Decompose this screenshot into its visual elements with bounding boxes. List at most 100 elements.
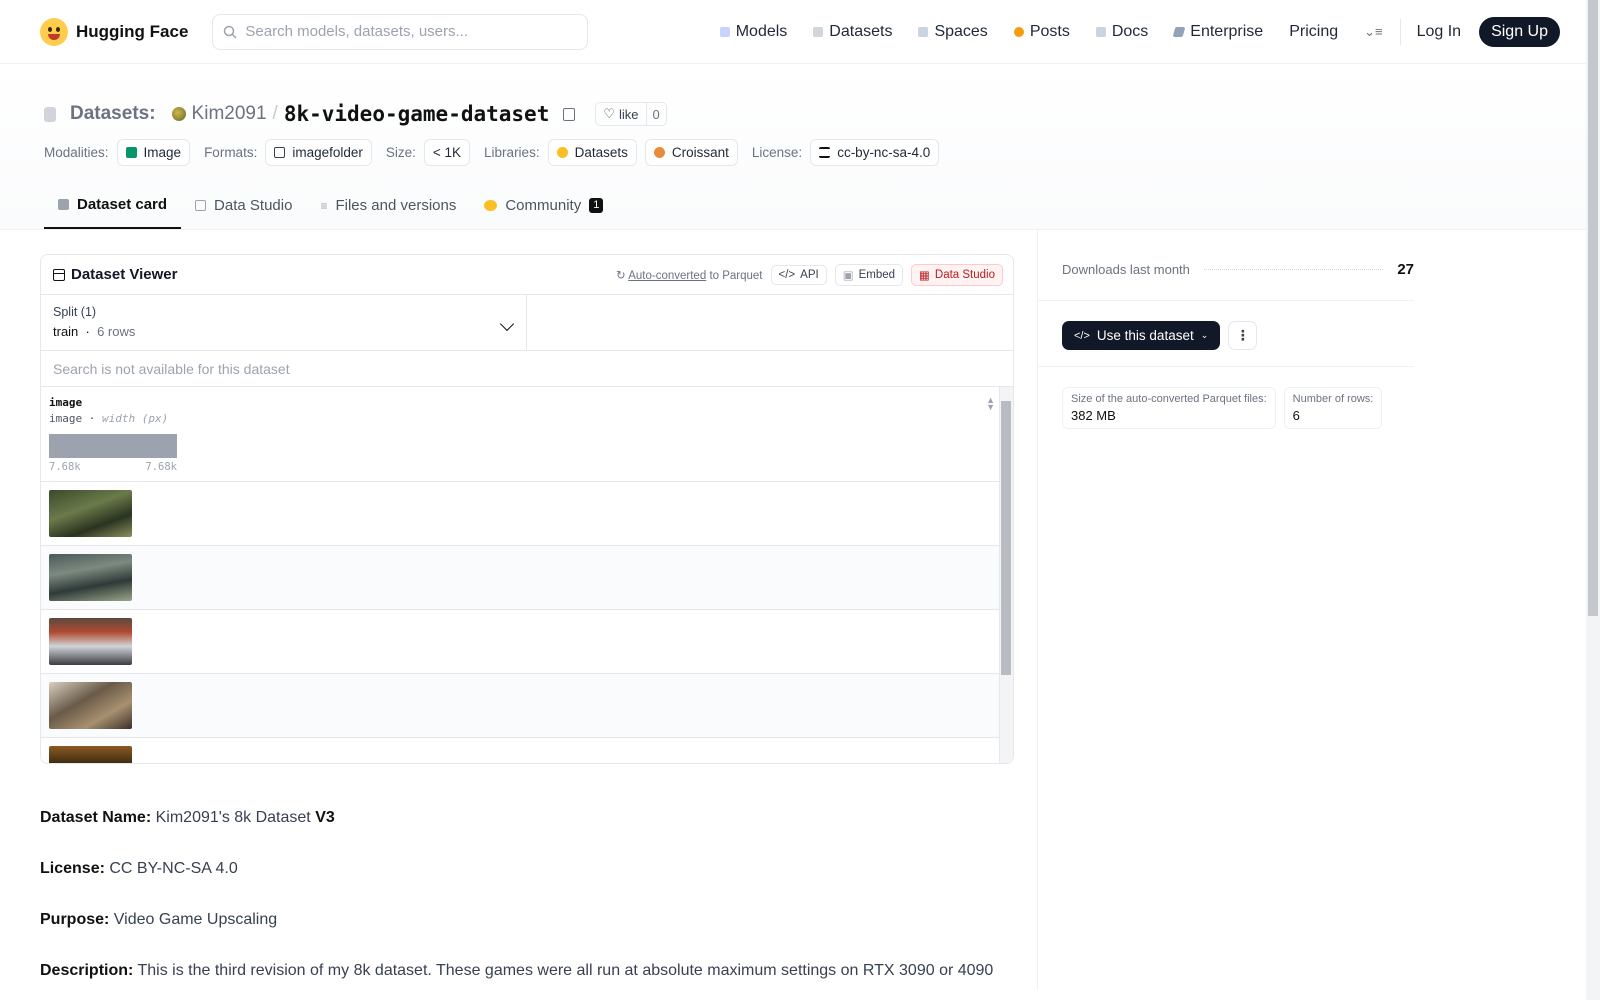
parquet-stats: Size of the auto-converted Parquet files… [1062, 387, 1438, 429]
section-link[interactable]: Datasets: [70, 103, 156, 125]
nav-datasets[interactable]: Datasets [800, 23, 905, 41]
tag-modality[interactable]: Image [116, 139, 191, 166]
hist-max: 7.68k [145, 461, 177, 473]
tag-license[interactable]: cc-by-nc-sa-4.0 [810, 139, 940, 166]
page-scroll-thumb[interactable] [1588, 0, 1598, 616]
card-dataset-name: Dataset Name: Kim2091's 8k Dataset V3 [40, 808, 1013, 828]
tag-library-datasets[interactable]: Datasets [547, 139, 637, 166]
sidebar-divider [1038, 366, 1414, 367]
table-row[interactable] [41, 610, 1013, 674]
nav-more-menu[interactable]: ⌄≡ [1351, 24, 1395, 40]
auto-converted-link[interactable]: Auto-converted [628, 270, 706, 282]
nav-pricing[interactable]: Pricing [1276, 23, 1351, 41]
image-thumbnail[interactable] [49, 682, 132, 729]
use-this-dataset-button[interactable]: </> Use this dataset ⌄ [1062, 321, 1221, 350]
main-nav: Models Datasets Spaces Posts Docs Enterp… [707, 16, 1560, 47]
downloads-stat: Downloads last month 27 [1062, 254, 1414, 284]
nav-docs[interactable]: Docs [1083, 23, 1161, 41]
column-type: image · width (px) [49, 412, 169, 425]
copy-icon[interactable] [563, 107, 576, 121]
viewer-table: image image · width (px) 7.68k 7.68k ▲ ▼ [41, 387, 1013, 763]
card-value: This is the third revision of my 8k data… [137, 962, 994, 979]
login-link[interactable]: Log In [1405, 23, 1473, 41]
viewer-header: Dataset Viewer ↻ Auto-converted to Parqu… [41, 255, 1013, 295]
grid-icon [53, 268, 65, 281]
tab-label: Community [505, 197, 582, 214]
tab-label: Data Studio [214, 197, 293, 214]
image-thumbnail[interactable] [49, 554, 132, 601]
models-icon [719, 26, 730, 37]
repo-name[interactable]: 8k-video-game-dataset [284, 102, 550, 126]
api-label: API [800, 268, 819, 281]
like-button[interactable]: ♡ like 0 [595, 102, 667, 126]
split-selector[interactable]: Split (1) train · 6 rows [41, 295, 527, 350]
chevron-down-icon: ⌄ [1200, 330, 1209, 340]
use-button-label: Use this dataset [1096, 328, 1194, 343]
viewer-scroll-thumb[interactable] [1001, 401, 1011, 675]
formats-label: Formats: [204, 145, 258, 160]
dataset-card-column: Dataset Viewer ↻ Auto-converted to Parqu… [0, 230, 1038, 990]
global-search[interactable] [212, 13, 589, 50]
tab-files-and-versions[interactable]: ≡ Files and versions [306, 186, 470, 229]
search-input[interactable] [245, 23, 578, 40]
table-row[interactable] [41, 738, 1013, 763]
nav-divider [1399, 18, 1401, 45]
more-options-button[interactable]: ⋮ [1228, 321, 1258, 350]
table-row[interactable] [41, 546, 1013, 610]
viewer-search: Search is not available for this dataset [41, 351, 1013, 387]
tag-format[interactable]: imagefolder [265, 139, 372, 166]
embed-button[interactable]: ▣ Embed [834, 263, 904, 286]
split-rows: 6 rows [97, 324, 136, 339]
api-button[interactable]: </> API [770, 264, 827, 285]
tag-library-croissant[interactable]: Croissant [644, 139, 738, 166]
tab-community[interactable]: Community 1 [470, 186, 617, 229]
data-studio-button[interactable]: ▦ Data Studio [911, 263, 1003, 286]
brand-logo[interactable]: Hugging Face [40, 17, 188, 46]
image-thumbnail[interactable] [49, 618, 132, 665]
table-row[interactable] [41, 482, 1013, 546]
dataset-viewer: Dataset Viewer ↻ Auto-converted to Parqu… [40, 254, 1014, 764]
nav-label: Posts [1029, 22, 1070, 40]
cube-icon [58, 199, 69, 210]
nav-models[interactable]: Models [707, 23, 801, 41]
studio-icon: ▦ [919, 269, 930, 282]
tag-size[interactable]: < 1K [423, 139, 471, 166]
column-stat: width (px) [102, 412, 169, 425]
tab-dataset-card[interactable]: Dataset card [44, 186, 182, 229]
signup-button[interactable]: Sign Up [1479, 16, 1560, 47]
parquet-size-stat: Size of the auto-converted Parquet files… [1062, 387, 1276, 429]
search-icon [224, 25, 237, 39]
sort-icon[interactable]: ▲ ▼ [986, 396, 995, 412]
column-header-image[interactable]: image image · width (px) 7.68k 7.68k [41, 387, 1013, 482]
column-histogram[interactable] [49, 434, 177, 458]
split-name: train [53, 324, 79, 339]
image-thumbnail[interactable] [49, 746, 132, 763]
embed-icon: ▣ [842, 269, 854, 282]
size-label: Size: [385, 145, 416, 160]
nav-spaces[interactable]: Spaces [905, 23, 1000, 41]
heart-icon: ♡ [603, 106, 615, 121]
card-value: CC BY-NC-SA 4.0 [109, 860, 238, 877]
page-scrollbar[interactable] [1586, 0, 1600, 1000]
top-navbar: Hugging Face Models Datasets Spaces Post… [0, 0, 1600, 64]
downloads-value: 27 [1397, 260, 1414, 278]
split-value: train · 6 rows [53, 324, 136, 339]
community-badge: 1 [589, 198, 604, 213]
bank-icon [819, 147, 831, 158]
viewer-actions: ↻ Auto-converted to Parquet </> API ▣ Embe… [616, 263, 1003, 286]
code-icon: </> [1074, 329, 1090, 342]
nav-enterprise[interactable]: Enterprise [1161, 23, 1276, 41]
table-row[interactable] [41, 674, 1013, 738]
dataset-card-body: Dataset Name: Kim2091's 8k Dataset V3 Li… [40, 808, 1013, 981]
nav-posts[interactable]: Posts [1001, 23, 1083, 41]
image-icon [125, 147, 137, 158]
license-label: License: [751, 145, 803, 160]
owner-link[interactable]: Kim2091 [192, 103, 267, 125]
like-count[interactable]: 0 [645, 103, 666, 125]
viewer-scrollbar[interactable] [999, 387, 1013, 763]
image-thumbnail[interactable] [49, 490, 132, 537]
tab-data-studio[interactable]: Data Studio [181, 186, 306, 229]
kebab-menu-icon: ⋮ [1235, 327, 1250, 343]
downloads-label: Downloads last month [1062, 261, 1190, 277]
sidebar: Downloads last month 27 </> Use this data… [1038, 230, 1438, 990]
